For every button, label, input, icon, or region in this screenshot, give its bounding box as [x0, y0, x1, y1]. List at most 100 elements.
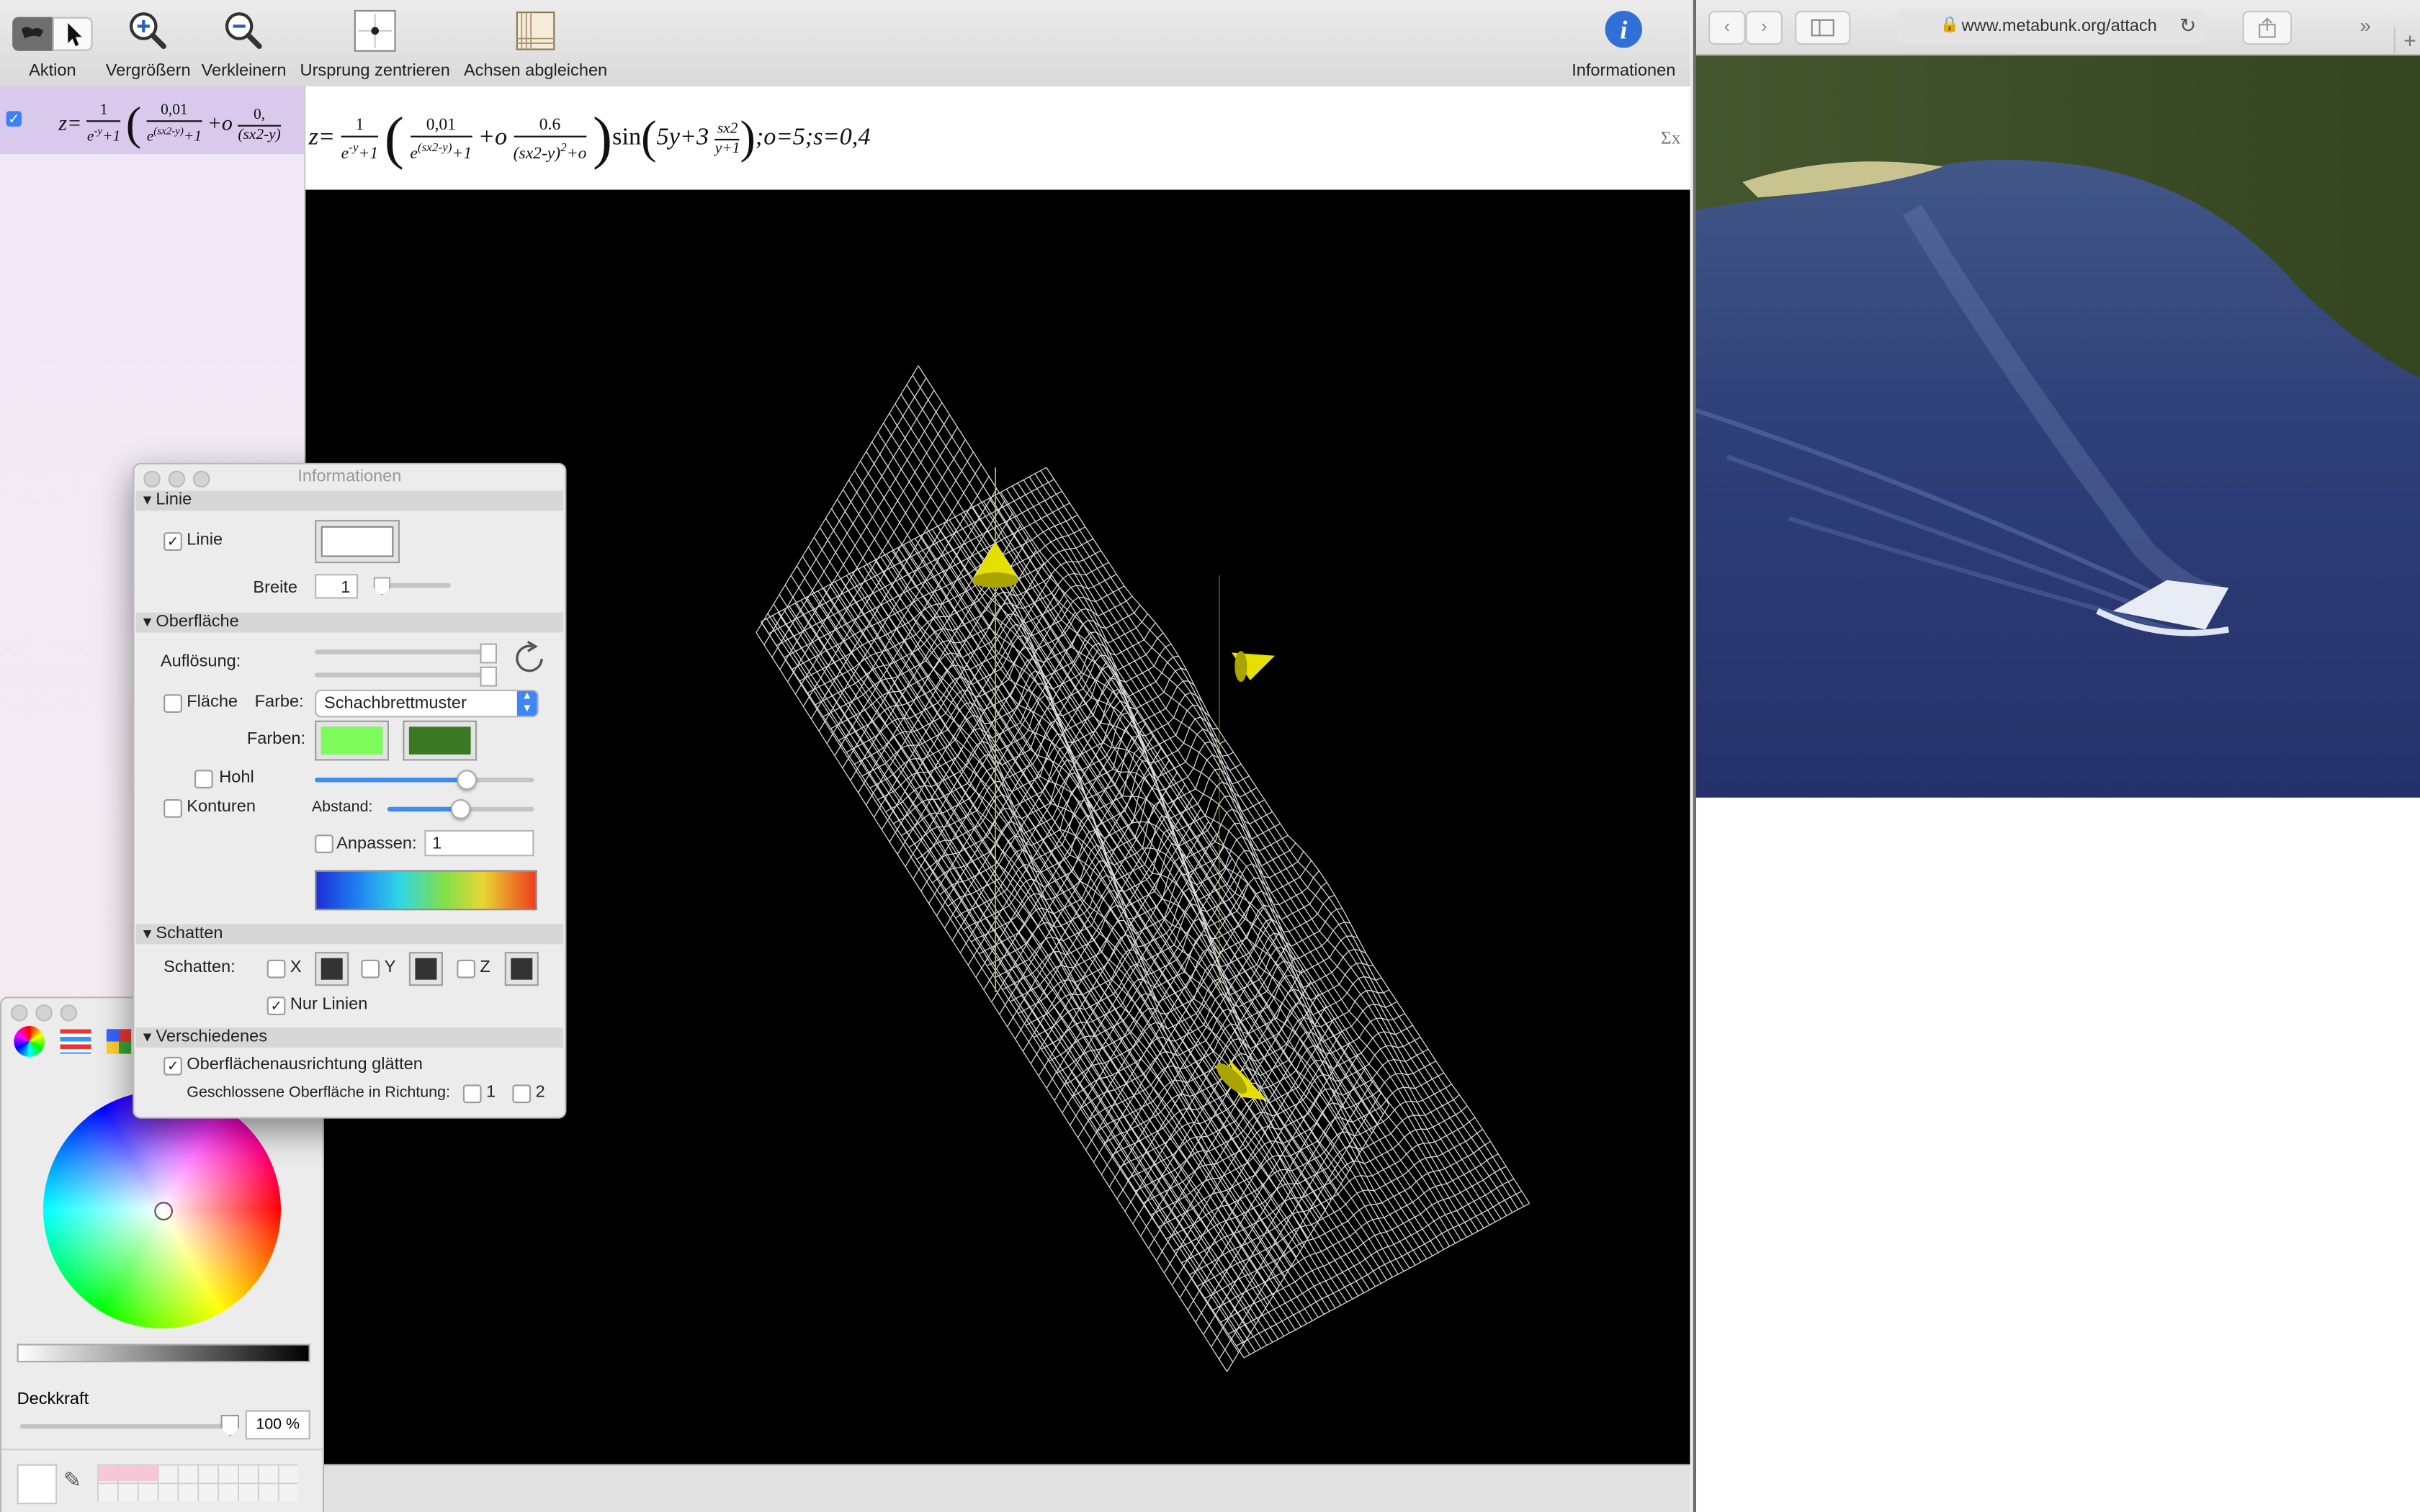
eq-frac1-e: e: [86, 129, 94, 146]
spacing-slider-knob[interactable]: [450, 799, 471, 819]
opacity-slider[interactable]: [19, 1423, 233, 1429]
opacity-slider-knob[interactable]: [220, 1414, 240, 1436]
sidebar-icon: [1811, 19, 1834, 37]
zoom-out-icon: [225, 12, 262, 50]
color-wheel-tab-icon[interactable]: [14, 1026, 45, 1057]
center-origin-icon: [354, 9, 396, 52]
refresh-icon[interactable]: [512, 639, 549, 679]
f-params: ;o=5;s=0,4: [755, 124, 871, 151]
zoom-in-label: Vergrößern: [105, 61, 191, 81]
hollow-checkbox[interactable]: [194, 770, 213, 788]
overflow-chevron-icon[interactable]: »: [2360, 14, 2371, 37]
contours-checkbox[interactable]: [163, 799, 182, 818]
color-palettes-tab-icon[interactable]: [106, 1029, 132, 1054]
sidebar-button[interactable]: [1795, 11, 1851, 45]
resolution-knob-1[interactable]: [480, 643, 497, 664]
smooth-checkbox[interactable]: ✓: [163, 1056, 182, 1076]
hollow-slider-knob[interactable]: [457, 770, 478, 791]
match-axes-label: Achsen abgleichen: [463, 61, 608, 81]
section-misc-header[interactable]: ▼ Verschiedenes: [135, 1027, 564, 1048]
section-shadows-header[interactable]: ▼ Schatten: [135, 924, 564, 945]
section-surface-header[interactable]: ▼ Oberfläche: [135, 612, 564, 633]
shadows-label: Schatten:: [163, 958, 236, 977]
equation-visible-checkbox[interactable]: ✓: [6, 111, 22, 127]
f-frac1-num: 1: [341, 114, 379, 138]
new-tab-button[interactable]: +: [2393, 27, 2420, 54]
f-frac4: sx2 y+1: [714, 120, 740, 158]
closed-dir1-label: 1: [486, 1083, 496, 1102]
surface-checkbox[interactable]: [163, 694, 182, 713]
lines-only-checkbox[interactable]: ✓: [266, 996, 286, 1015]
disclosure-triangle-icon: ▼: [140, 613, 155, 630]
f-frac1: 1 e-y+1: [341, 114, 379, 164]
brightness-slider[interactable]: [17, 1344, 310, 1363]
f-z: z: [308, 124, 318, 151]
color-wheel-crosshair-icon[interactable]: [154, 1202, 173, 1220]
eyedropper-icon[interactable]: ✎: [63, 1467, 81, 1493]
eq-plus-o: +o: [207, 112, 233, 137]
contour-gradient-well[interactable]: [315, 870, 537, 911]
minimize-window-button[interactable]: [35, 1004, 53, 1022]
line-color-well[interactable]: [315, 520, 400, 564]
fit-label: Anpassen:: [336, 834, 417, 853]
address-bar[interactable]: 🔒 www.metabunk.org/attach ↻: [1896, 9, 2206, 43]
close-window-button[interactable]: [11, 1004, 28, 1022]
shadow-z-checkbox[interactable]: [457, 959, 475, 978]
surface-color-well-1[interactable]: [315, 720, 389, 761]
line-checkbox[interactable]: ✓: [163, 532, 182, 551]
zoom-window-button[interactable]: [60, 1004, 78, 1022]
browser-toolbar: ‹ › 🔒 www.metabunk.org/attach ↻ » +: [1696, 0, 2420, 56]
fit-field[interactable]: 1: [424, 829, 534, 857]
colors-label: Farben:: [246, 729, 306, 749]
f-frac1-e: e: [341, 143, 349, 163]
share-button[interactable]: [2242, 11, 2293, 45]
forward-button[interactable]: ›: [1745, 11, 1783, 45]
surface-color-well-2[interactable]: [403, 720, 478, 761]
center-origin-label: Ursprung zentrieren: [300, 61, 450, 81]
back-button[interactable]: ‹: [1708, 11, 1746, 45]
width-field[interactable]: 1: [315, 574, 359, 599]
f-frac2-e: e: [410, 143, 418, 163]
lake-boat-photo: [1696, 55, 2420, 798]
eq-frac1-sup: -y: [94, 125, 103, 138]
color-swatch-grid[interactable]: [97, 1464, 298, 1501]
shadow-y-checkbox[interactable]: [361, 959, 380, 978]
fit-checkbox[interactable]: [315, 834, 333, 853]
eq-frac1-num: 1: [86, 102, 121, 122]
opacity-field[interactable]: 100 %: [245, 1410, 310, 1440]
pointer-tool-icon[interactable]: [52, 17, 93, 51]
eq-sign: =: [67, 112, 82, 137]
info-panel: Informationen ▼ Linie ✓ Linie Breite 1 ▼ O…: [133, 462, 567, 1119]
section-shadows-title: Schatten: [156, 924, 223, 943]
width-slider-knob[interactable]: [373, 577, 391, 596]
action-segmented-control[interactable]: [12, 17, 93, 51]
color-mode-select[interactable]: Schachbrettmuster ▲ ▼: [315, 689, 539, 718]
shadow-y-color-well[interactable]: [408, 952, 443, 986]
section-line-header[interactable]: ▼ Linie: [135, 490, 564, 511]
lines-only-label: Nur Linien: [290, 995, 368, 1014]
f-arg-a: 5y+3: [656, 124, 709, 151]
current-color-well[interactable]: [17, 1464, 58, 1505]
shadow-z-color-well[interactable]: [504, 952, 539, 986]
closed-dir2-checkbox[interactable]: [512, 1084, 532, 1104]
hand-tool-icon[interactable]: [12, 17, 53, 51]
color-sliders-tab-icon[interactable]: [60, 1029, 91, 1054]
eq-frac3-den: (sx2-y): [238, 125, 281, 143]
section-surface-title: Oberfläche: [156, 612, 239, 631]
equation-palette-button[interactable]: Σx: [1661, 127, 1681, 150]
f-eq: =: [318, 124, 336, 151]
zoom-out-label: Verkleinern: [201, 61, 287, 81]
resolution-slider-1[interactable]: [315, 649, 493, 654]
shadow-x-checkbox[interactable]: [266, 959, 286, 978]
f-frac3: 0.6 (sx2-y)2+o: [513, 114, 587, 164]
hollow-slider[interactable]: [315, 778, 534, 783]
closed-dir1-checkbox[interactable]: [462, 1084, 482, 1104]
equation-list-item[interactable]: ✓ z= 1 e-y+1 ( 0,01 e(sx2-y)+1 +o 0, (sx…: [0, 86, 305, 155]
resolution-slider-2[interactable]: [315, 672, 493, 678]
reload-icon[interactable]: ↻: [2179, 9, 2196, 43]
pink-swatch[interactable]: [99, 1465, 158, 1482]
shadow-x-color-well[interactable]: [315, 952, 349, 986]
resolution-knob-2[interactable]: [480, 666, 497, 687]
formula-editor[interactable]: z= 1 e-y+1 ( 0,01 e(sx2-y)+1 +o 0.6 (sx2…: [305, 86, 1690, 192]
color-wheel[interactable]: [43, 1091, 281, 1328]
